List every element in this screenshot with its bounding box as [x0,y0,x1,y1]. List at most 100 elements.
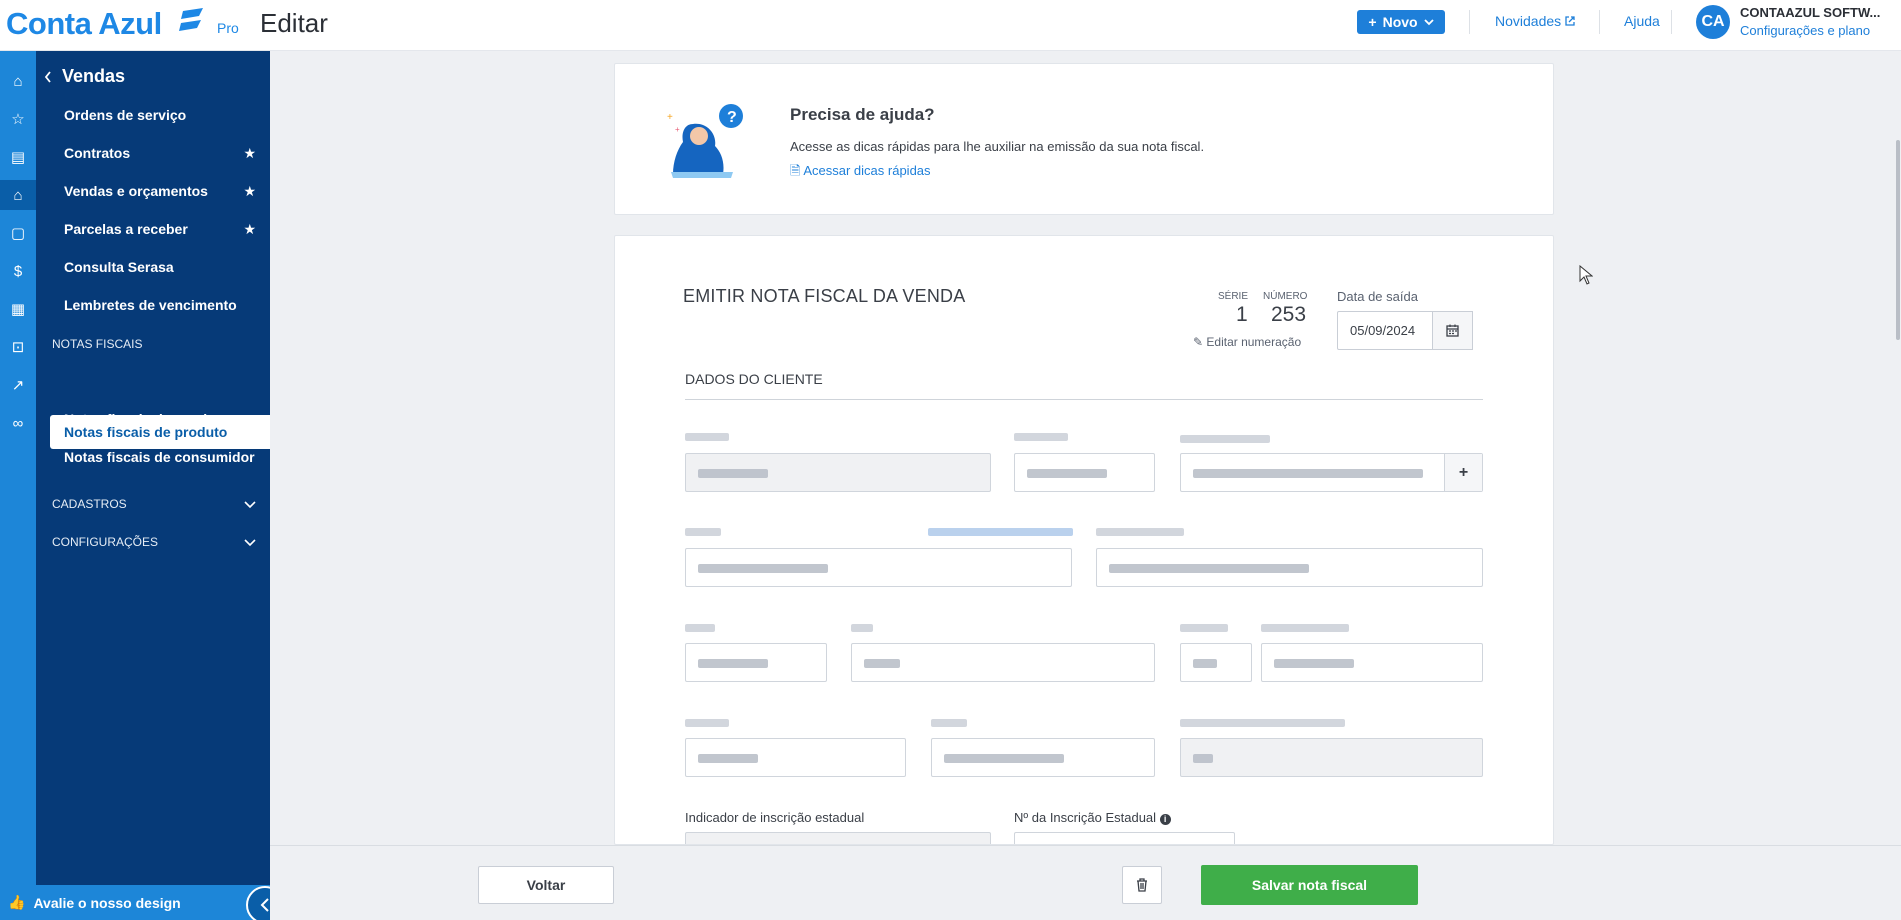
sidebar-back-vendas[interactable]: Vendas [44,66,125,87]
chart-line-icon[interactable]: ↗ [0,370,36,400]
blurred-label [685,528,721,536]
blurred-field[interactable] [1014,453,1155,492]
news-link[interactable]: Novidades [1495,13,1575,29]
new-button[interactable]: + Novo [1357,10,1445,34]
sidebar-item-lembretes[interactable]: Lembretes de vencimento [64,297,237,313]
blurred-select[interactable] [685,738,906,777]
star-icon[interactable]: ★ [243,145,256,162]
clipboard-icon[interactable]: ▢ [0,218,36,248]
header-divider [1671,10,1672,34]
edit-numbering-label: Editar numeração [1206,335,1302,349]
svg-text:+: + [667,112,673,123]
sidebar-item-nf-servico[interactable]: Notas fiscais de serviço [64,411,224,427]
sidebar-back-label: Vendas [62,66,126,86]
header-divider [1469,10,1470,34]
plus-icon: + [1368,14,1377,30]
section-notas-fiscais: NOTAS FISCAIS [52,337,143,351]
blurred-field[interactable] [1261,643,1483,682]
dollar-icon[interactable]: $ [0,256,36,286]
save-invoice-button[interactable]: Salvar nota fiscal [1201,865,1418,905]
mouse-cursor-icon [1579,265,1593,285]
home-icon[interactable]: ⌂ [0,66,36,96]
new-button-label: Novo [1382,14,1418,30]
blurred-field[interactable] [931,738,1155,777]
indicador-ie-select[interactable] [685,832,991,844]
blurred-label [1180,624,1228,632]
inscricao-estadual-input[interactable] [1014,832,1235,844]
thumbs-up-icon: 👍 [8,894,26,910]
blurred-label [1180,719,1345,727]
link-icon[interactable]: ∞ [0,408,36,438]
settings-plan-link[interactable]: Configurações e plano [1740,23,1870,38]
chevron-left-icon [44,70,51,83]
help-illustration-icon: ? + + [667,104,743,178]
section-cadastros[interactable]: CADASTROS [52,497,127,511]
chevron-down-icon[interactable] [244,539,256,547]
edit-numbering-link[interactable]: ✎ Editar numeração [1193,335,1301,349]
blurred-label [1014,433,1068,441]
quick-tips-link[interactable]: 🗎 Acessar dicas rápidas [790,162,931,184]
plan-badge: Pro [217,20,239,36]
blurred-field[interactable] [1096,548,1483,587]
date-input[interactable]: 05/09/2024 [1337,311,1433,350]
email-field[interactable]: + [1180,453,1483,492]
serie-label: SÉRIE [1218,291,1249,302]
scrollbar[interactable] [1896,140,1900,340]
cash-register-icon[interactable]: ▤ [0,142,36,172]
calendar-icon [1446,324,1459,337]
sidebar-item-parcelas[interactable]: Parcelas a receber [64,221,188,237]
chevron-left-icon [260,898,269,912]
blurred-label [851,624,873,632]
header-divider [1599,10,1600,34]
section-divider [685,399,1483,400]
store-icon[interactable]: ⌂ [0,180,36,210]
label-indicador-ie: Indicador de inscrição estadual [685,810,865,825]
numero-label: NÚMERO [1263,291,1308,302]
icon-rail: ⌂ ☆ ▤ ⌂ ▢ $ ▦ ⊡ ↗ ∞ [0,51,36,920]
sidebar-item-vendas-orcamentos[interactable]: Vendas e orçamentos [64,183,208,199]
cart-icon[interactable]: ⊡ [0,332,36,362]
blurred-label [1261,624,1349,632]
blurred-select[interactable] [1180,738,1483,777]
blurred-field[interactable] [851,643,1155,682]
section-client-data: DADOS DO CLIENTE [685,371,823,387]
avatar[interactable]: CA [1696,5,1730,39]
blurred-label [685,624,715,632]
rate-design-button[interactable]: 👍 Avalie o nosso design [0,885,270,920]
blurred-field[interactable] [685,548,1072,587]
svg-text:+: + [675,125,680,134]
calendar-button[interactable] [1432,311,1473,350]
delete-button[interactable] [1122,866,1162,904]
section-configuracoes[interactable]: CONFIGURAÇÕES [52,535,158,549]
company-name[interactable]: CONTAAZUL SOFTW... [1740,5,1880,20]
help-title: Precisa de ajuda? [790,105,935,124]
sidebar-item-nf-consumidor[interactable]: Notas fiscais de consumidor [64,449,255,465]
sidebar-item-serasa[interactable]: Consulta Serasa [64,259,174,275]
chevron-down-icon [1423,19,1434,26]
blurred-field[interactable] [1180,643,1252,682]
quick-tips-label: Acessar dicas rápidas [803,163,931,178]
client-field[interactable] [685,453,991,492]
sidebar-item-ordens[interactable]: Ordens de serviço [64,107,186,123]
chevron-down-icon[interactable] [244,501,256,509]
numero-value: 253 [1271,303,1307,326]
logo-mark-icon [179,8,203,31]
info-icon[interactable]: i [1159,814,1171,825]
back-button[interactable]: Voltar [478,866,614,904]
trash-icon [1137,878,1147,892]
star-icon[interactable]: ★ [243,183,256,200]
blurred-label [685,719,729,727]
page-title: Editar [260,8,328,38]
help-link[interactable]: Ajuda [1624,13,1660,29]
star-icon[interactable]: ☆ [0,104,36,134]
add-email-button[interactable]: + [1444,454,1482,491]
sidebar-item-contratos[interactable]: Contratos [64,145,130,161]
calendar-dollar-icon[interactable]: ▦ [0,294,36,324]
blurred-field[interactable] [685,643,827,682]
star-icon[interactable]: ★ [243,221,256,238]
blurred-link[interactable] [928,528,1073,536]
invoice-form-card: EMITIR NOTA FISCAL DA VENDA SÉRIE 1 NÚME… [614,235,1554,845]
blurred-label [685,433,729,441]
svg-text:?: ? [727,109,737,126]
app-logo[interactable]: Conta Azul [6,6,162,42]
